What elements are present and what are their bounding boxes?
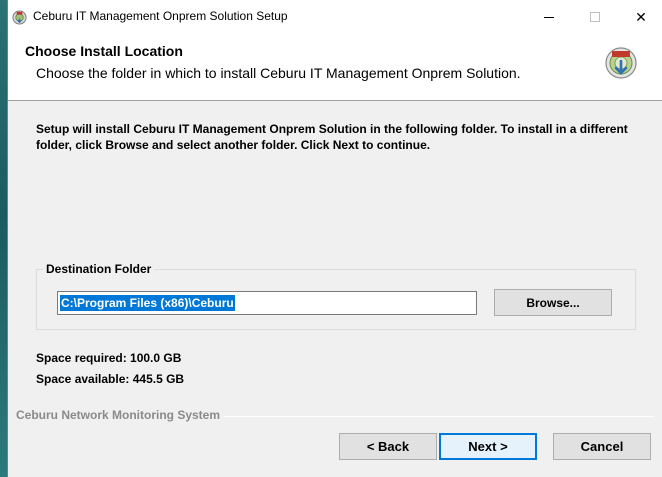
destination-path-value: C:\Program Files (x86)\Ceburu (60, 295, 235, 311)
maximize-icon (590, 12, 600, 22)
close-icon: ✕ (635, 9, 647, 25)
page-subtitle: Choose the folder in which to install Ce… (36, 65, 521, 81)
destination-folder-label: Destination Folder (43, 262, 155, 276)
window-title: Ceburu IT Management Onprem Solution Set… (33, 9, 288, 23)
destination-folder-group: Destination Folder C:\Program Files (x86… (36, 262, 636, 330)
minimize-icon (544, 17, 554, 18)
cancel-button[interactable]: Cancel (553, 433, 651, 460)
installer-app-icon (12, 10, 27, 25)
space-required-text: Space required: 100.0 GB (36, 351, 182, 365)
intro-text: Setup will install Ceburu IT Management … (36, 122, 628, 152)
maximize-button (572, 0, 618, 34)
installer-disk-icon (605, 47, 637, 79)
browse-button[interactable]: Browse... (494, 289, 612, 316)
minimize-button[interactable] (526, 0, 572, 34)
space-available-text: Space available: 445.5 GB (36, 372, 185, 386)
back-button[interactable]: < Back (339, 433, 437, 460)
title-bar[interactable]: Ceburu IT Management Onprem Solution Set… (8, 0, 662, 34)
page-title: Choose Install Location (25, 43, 183, 59)
destination-path-input[interactable]: C:\Program Files (x86)\Ceburu (57, 291, 477, 315)
close-button[interactable]: ✕ (618, 0, 662, 34)
installer-window: Ceburu IT Management Onprem Solution Set… (7, 0, 662, 477)
branding-text: Ceburu Network Monitoring System (16, 408, 225, 422)
page-header: Choose Install Location Choose the folde… (8, 34, 662, 101)
next-button[interactable]: Next > (439, 433, 537, 460)
